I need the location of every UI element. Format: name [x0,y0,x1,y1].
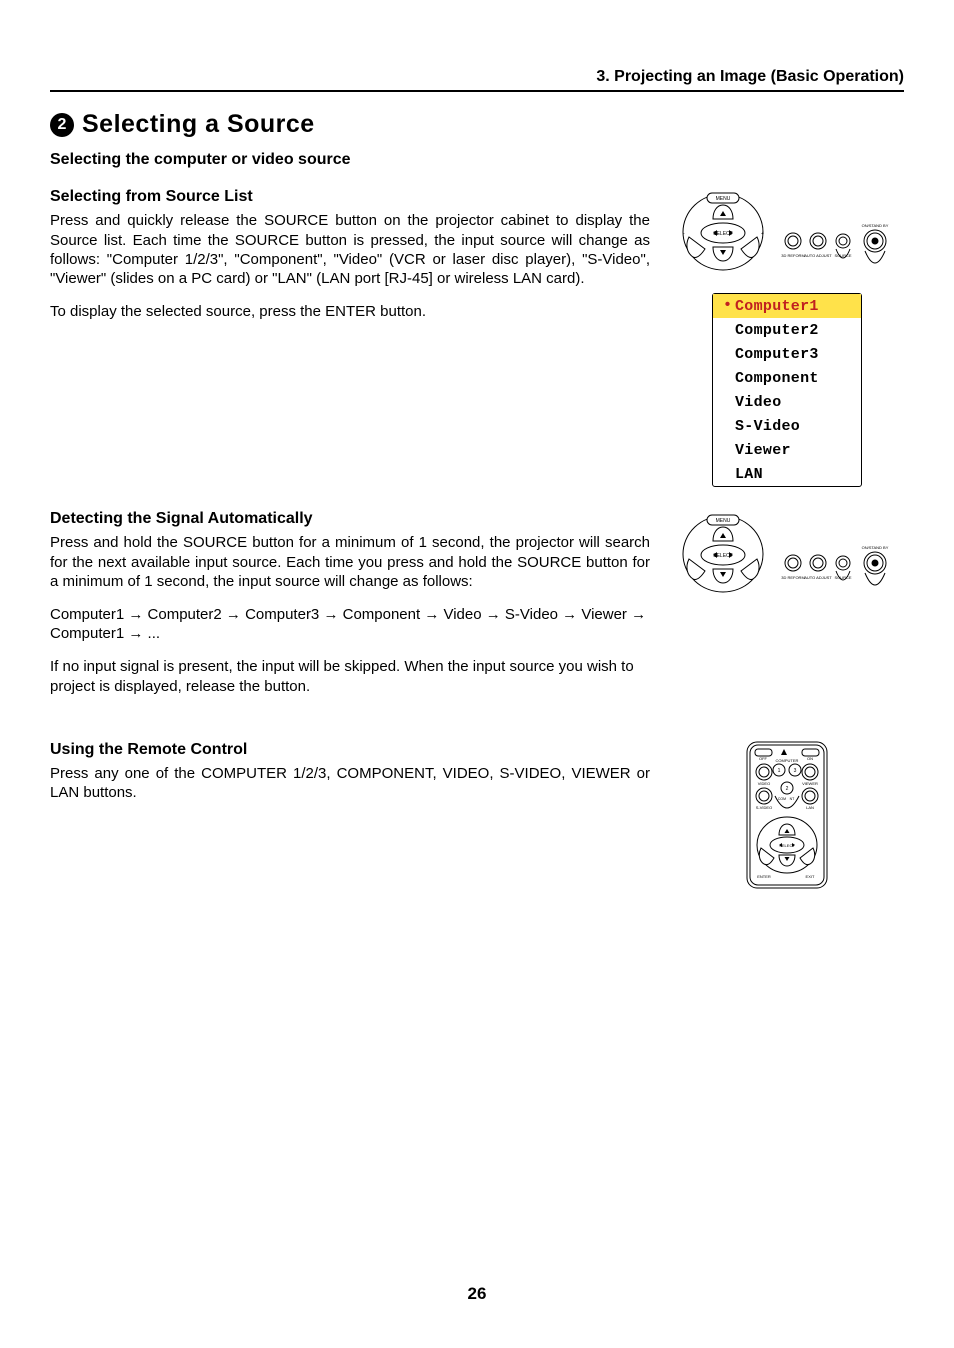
svg-text:EXIT: EXIT [806,874,815,879]
control-panel-illustration: MENU SELECT - + 3D REFORM AUTO ADJUST [675,187,899,277]
title-row: 2 Selecting a Source [50,110,904,139]
illustration-column: MENU SELECT - + 3D REFORM AUTO ADJUST [670,187,904,487]
svg-text:AUTO ADJUST: AUTO ADJUST [804,575,832,580]
heading-remote: Using the Remote Control [50,740,650,760]
illustration-column: OFF ON VIDEO VIEWER 1 3 COMPUTER S-VIDEO… [670,740,904,890]
list-item: Viewer [713,438,861,462]
list-item: Computer2 [713,318,861,342]
list-item: LAN [713,462,861,486]
svg-text:3: 3 [794,768,797,774]
paragraph: If no input signal is present, the input… [50,657,650,695]
svg-text:LAN: LAN [806,805,814,810]
svg-text:3D REFORM: 3D REFORM [781,253,805,258]
text-column: Using the Remote Control Press any one o… [50,740,650,890]
svg-text:-: - [683,231,685,237]
svg-text:3D REFORM: 3D REFORM [781,575,805,580]
svg-text:+: + [761,231,764,237]
list-item: Computer1 [713,294,861,318]
svg-text:ON: ON [807,756,813,761]
svg-text:SOURCE: SOURCE [834,253,851,258]
section-source-list: Selecting from Source List Press and qui… [50,187,904,487]
section-number-badge: 2 [50,113,74,137]
svg-text:2: 2 [786,786,789,792]
svg-text:1: 1 [778,768,781,774]
remote-control-illustration: OFF ON VIDEO VIEWER 1 3 COMPUTER S-VIDEO… [742,740,832,890]
sub-title: Selecting the computer or video source [50,151,904,169]
svg-text:OFF: OFF [759,756,768,761]
svg-text:NT: NT [790,797,796,801]
control-panel-illustration: MENU SELECT 3D REFORM AUTO ADJUST SOURCE [675,509,899,599]
list-item: Component [713,366,861,390]
svg-text:COM: COM [778,797,786,801]
svg-text:AUTO ADJUST: AUTO ADJUST [804,253,832,258]
text-column: Selecting from Source List Press and qui… [50,187,650,487]
illustration-column: MENU SELECT 3D REFORM AUTO ADJUST SOURCE [670,509,904,710]
paragraph: Computer1 → Computer2 → Computer3 → Comp… [50,605,650,643]
paragraph: Press any one of the COMPUTER 1/2/3, COM… [50,764,650,802]
chapter-header: 3. Projecting an Image (Basic Operation) [50,68,904,92]
svg-text:ON/STAND BY: ON/STAND BY [862,223,889,228]
paragraph: Press and quickly release the SOURCE but… [50,211,650,288]
svg-text:ENTER: ENTER [757,874,771,879]
section-remote: Using the Remote Control Press any one o… [50,740,904,890]
svg-text:ON/STAND BY: ON/STAND BY [862,545,889,550]
page-number: 26 [0,1284,954,1304]
page-title: Selecting a Source [82,110,315,139]
paragraph: Press and hold the SOURCE button for a m… [50,533,650,591]
source-list-menu: Computer1 Computer2 Computer3 Component … [712,293,862,487]
svg-text:MENU: MENU [716,196,731,202]
svg-text:VIDEO: VIDEO [758,781,770,786]
heading-source-list: Selecting from Source List [50,187,650,207]
svg-text:MENU: MENU [716,518,731,524]
svg-text:VIEWER: VIEWER [802,781,818,786]
paragraph: To display the selected source, press th… [50,302,650,321]
heading-auto-detect: Detecting the Signal Automatically [50,509,650,529]
list-item: Video [713,390,861,414]
svg-text:COMPUTER: COMPUTER [776,758,799,763]
svg-text:S-VIDEO: S-VIDEO [756,805,772,810]
section-auto-detect: Detecting the Signal Automatically Press… [50,509,904,710]
list-item: S-Video [713,414,861,438]
svg-text:SOURCE: SOURCE [834,575,851,580]
text-column: Detecting the Signal Automatically Press… [50,509,650,710]
list-item: Computer3 [713,342,861,366]
